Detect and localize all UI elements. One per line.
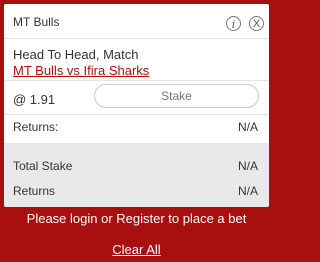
- total-stake-value: N/A: [237, 159, 258, 173]
- summary-panel: Total Stake N/A Returns N/A: [4, 143, 269, 207]
- divider: [4, 38, 269, 39]
- odds-value: @ 1.91: [13, 92, 56, 107]
- info-icon[interactable]: i: [226, 16, 241, 31]
- betslip-card: MT Bulls i X Head To Head, Match MT Bull…: [4, 4, 269, 207]
- divider: [4, 80, 269, 81]
- returns-value: N/A: [237, 120, 258, 134]
- total-stake-label: Total Stake: [13, 159, 73, 173]
- stake-input[interactable]: [94, 84, 259, 108]
- close-icon[interactable]: X: [249, 16, 264, 31]
- event-link[interactable]: MT Bulls vs Ifira Sharks: [13, 63, 149, 78]
- login-prompt[interactable]: Please login or Register to place a bet: [0, 211, 273, 226]
- selection-name: MT Bulls: [13, 15, 60, 29]
- divider: [4, 114, 269, 115]
- total-returns-value: N/A: [237, 184, 258, 198]
- market-name: Head To Head, Match: [13, 47, 139, 62]
- total-returns-label: Returns: [13, 184, 56, 198]
- returns-label: Returns:: [13, 120, 59, 134]
- clear-all-link[interactable]: Clear All: [0, 242, 273, 257]
